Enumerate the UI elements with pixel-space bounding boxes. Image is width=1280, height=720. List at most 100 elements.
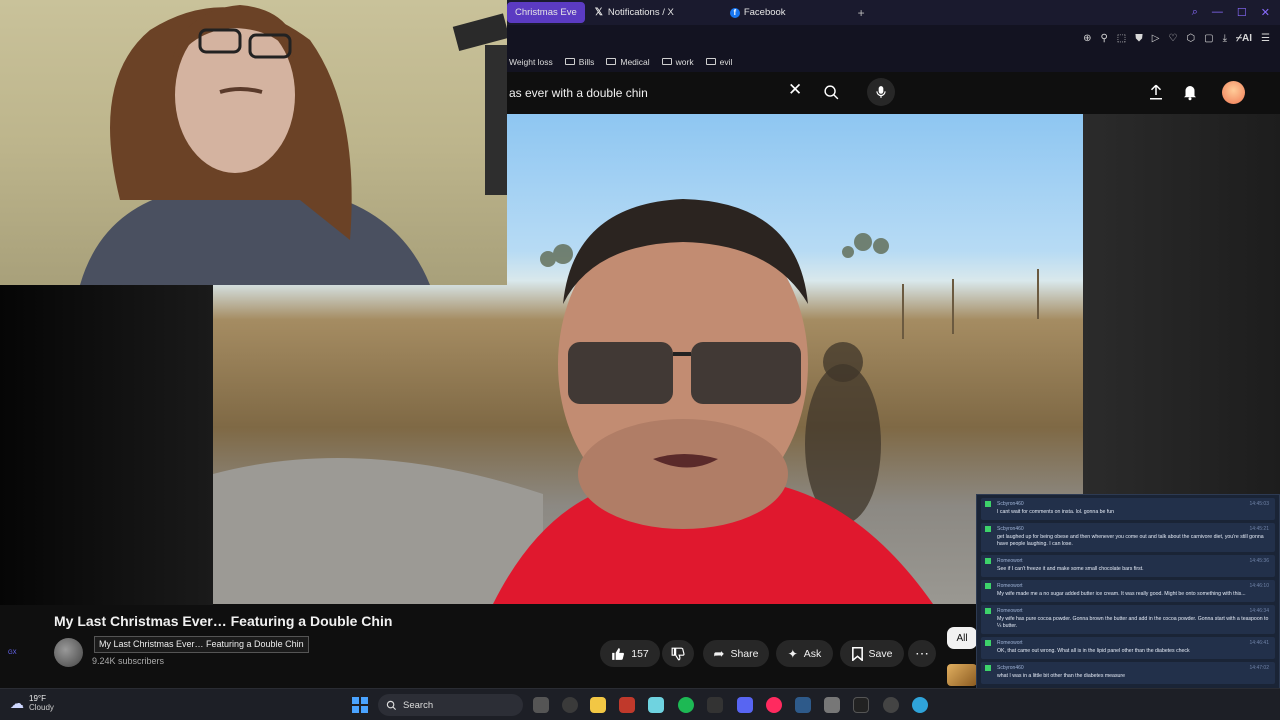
g-app-icon[interactable] (707, 697, 723, 713)
tab-label: Christmas Eve (515, 7, 577, 18)
terminal-icon[interactable] (853, 697, 869, 713)
bookmark-label: evil (719, 56, 733, 67)
chat-user: Scbyron460 (997, 665, 1024, 671)
extensions-icon[interactable]: ⬡ (1186, 33, 1195, 44)
more-actions-button[interactable]: ⋯ (908, 640, 936, 667)
bell-icon (1184, 86, 1196, 101)
search-input[interactable]: as ever with a double chin (509, 86, 648, 100)
file-explorer-icon[interactable] (590, 697, 606, 713)
chat-user: Romeowort (997, 583, 1023, 589)
gx-rail-label[interactable]: GX (8, 650, 17, 656)
chat-text: My wife has pure cocoa powder. Gonna bro… (997, 616, 1269, 629)
chat-user: Scbyron460 (997, 526, 1024, 532)
folder-icon (661, 58, 672, 65)
weather-widget[interactable]: ☁ 19°F Cloudy (10, 694, 54, 712)
opera-gx-icon[interactable] (766, 697, 782, 713)
snapshot-icon[interactable]: ⬚ (1117, 33, 1126, 44)
chat-text: I cant wait for comments on insta. lol. … (997, 509, 1115, 515)
bookmark-work[interactable]: work (661, 57, 694, 67)
task-view-icon[interactable] (533, 697, 549, 713)
related-video-thumbnail[interactable] (947, 664, 977, 686)
chat-time: 14:45:03 (1249, 501, 1269, 507)
bookmark-medical[interactable]: Medical (606, 57, 650, 67)
facebook-icon: f (729, 7, 740, 18)
window-controls: ⌕ — ☐ ✕ (1192, 6, 1280, 19)
wallet-icon[interactable]: ▢ (1204, 33, 1213, 44)
notifications-button[interactable] (1181, 82, 1199, 107)
account-avatar[interactable] (1222, 81, 1245, 104)
check-icon (985, 501, 991, 507)
taskbar-search[interactable]: Search (378, 694, 523, 716)
chat-user: Romeowort (997, 558, 1023, 564)
start-button[interactable] (352, 697, 368, 713)
notepad-icon[interactable] (648, 697, 664, 713)
maximize-icon[interactable]: ☐ (1237, 6, 1247, 19)
screen: Christmas Eve 𝕏 Notifications / X f Facebo… (0, 0, 1280, 720)
search-icon (386, 700, 397, 710)
x-logo-icon: 𝕏 (594, 7, 603, 18)
search-button[interactable] (817, 78, 845, 106)
new-tab-icon[interactable]: + (858, 6, 865, 20)
maps-icon[interactable] (562, 697, 578, 713)
video-editor-icon[interactable] (795, 697, 811, 713)
chat-message: Romeowort 14:45:36 See if I can't freeze i… (981, 555, 1275, 577)
youtube-header: as ever with a double chin ✕ (507, 72, 1280, 114)
tab-notifications-x[interactable]: 𝕏 Notifications / X (587, 2, 682, 23)
bookmark-weight-loss[interactable]: Weight loss (509, 57, 553, 67)
tab-christmas-eve[interactable]: Christmas Eve (507, 2, 585, 23)
browser-tabbar: Christmas Eve 𝕏 Notifications / X f Facebo… (507, 0, 1280, 25)
photo-app-icon[interactable] (619, 697, 635, 713)
tab-facebook[interactable]: f Facebook (722, 2, 794, 23)
thumbs-up-icon (612, 647, 625, 660)
zoom-icon[interactable]: ⊕ (1083, 33, 1091, 44)
filter-chip-all[interactable]: All (947, 627, 977, 649)
share-label: Share (730, 647, 759, 660)
subscriber-count: 9.24K subscribers (92, 656, 165, 666)
chat-time: 14:46:41 (1249, 640, 1269, 646)
share-icon: ➦ (713, 645, 725, 661)
minimize-icon[interactable]: — (1212, 6, 1223, 19)
heart-icon[interactable]: ♡ (1168, 33, 1177, 44)
folder-icon (564, 58, 575, 65)
cloud-icon: ☁ (10, 694, 24, 711)
close-window-icon[interactable]: ✕ (1261, 6, 1270, 19)
pin-icon[interactable]: ⚲ (1100, 33, 1107, 44)
download-icon[interactable]: ⤓ (1223, 33, 1227, 44)
chat-message: Romeowort 14:46:34 My wife has pure cocoa … (981, 605, 1275, 634)
discord-icon[interactable] (737, 697, 753, 713)
chat-text: get laughed up for being obese and then … (997, 534, 1264, 547)
search-tabs-icon[interactable]: ⌕ (1192, 6, 1198, 19)
taskbar-search-label: Search (403, 699, 434, 711)
voice-search-button[interactable] (867, 78, 895, 106)
ask-button[interactable]: ✦ Ask (776, 640, 833, 667)
channel-avatar[interactable] (54, 638, 83, 667)
like-count: 157 (631, 647, 649, 660)
mouse-app-icon[interactable] (824, 697, 840, 713)
shield-icon[interactable]: ⛊ (1135, 33, 1143, 44)
dislike-button[interactable] (662, 640, 694, 667)
clear-search-icon[interactable]: ✕ (788, 80, 802, 100)
save-button[interactable]: Save (840, 640, 904, 667)
folder-icon (606, 58, 617, 65)
bookmark-evil[interactable]: evil (705, 56, 733, 67)
like-button[interactable]: 157 (600, 640, 660, 667)
browser-toolbar: ⊕ ⚲ ⬚ ⛊ ▷ ♡ ⬡ ▢ ⤓ ⌿AI ☰ (507, 25, 1280, 51)
edge-icon[interactable] (912, 697, 928, 713)
bookmark-bills[interactable]: Bills (564, 57, 594, 67)
upload-icon (1150, 84, 1162, 100)
weather-temp: 19°F (29, 694, 46, 703)
windows-taskbar: ☁ 19°F Cloudy Search (0, 688, 1280, 720)
webcam-overlay (0, 0, 507, 285)
obs-icon[interactable] (883, 697, 899, 713)
spotify-icon[interactable] (678, 697, 694, 713)
bookmarks-bar: Weight loss Bills Medical work evil (507, 51, 1280, 72)
chat-overlay: Scbyron460 14:45:03 I cant wait for commen… (976, 494, 1280, 720)
chat-user: Scbyron460 (997, 501, 1024, 507)
play-icon[interactable]: ▷ (1152, 33, 1160, 44)
ai-button[interactable]: ⌿AI (1236, 33, 1252, 44)
menu-icon[interactable]: ☰ (1261, 33, 1270, 44)
check-icon (985, 558, 991, 564)
share-button[interactable]: ➦ Share (703, 640, 769, 667)
folder-icon (705, 58, 716, 65)
upload-button[interactable] (1147, 82, 1165, 107)
